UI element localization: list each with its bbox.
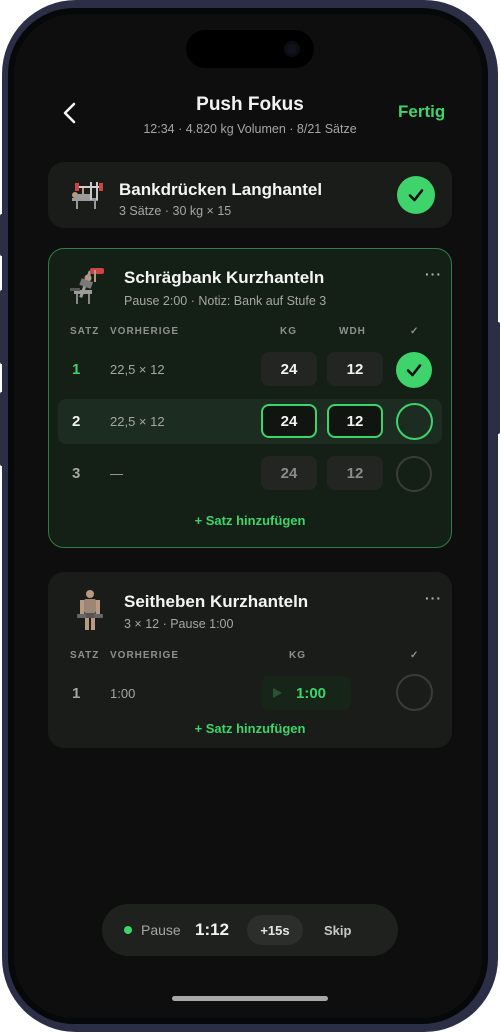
previous-value: — [110,466,123,481]
more-options-button[interactable]: ··· [425,266,442,282]
more-options-button[interactable]: ··· [425,590,442,606]
check-icon [406,364,422,377]
column-header-previous: VORHERIGE [110,326,180,337]
timer-button[interactable]: 1:00 [261,676,351,710]
add-set-button[interactable]: + Satz hinzufügen [0,721,500,736]
exercise-summary: 3 × 12 · Pause 1:00 [124,617,234,631]
check-icon [408,189,424,202]
status-dot-icon [124,926,132,934]
kg-input[interactable]: 24 [261,404,317,438]
previous-value: 1:00 [110,686,136,701]
add-set-button[interactable]: + Satz hinzufügen [0,513,500,528]
column-header-set: SATZ [70,326,100,337]
reps-input[interactable]: 12 [327,456,383,490]
rest-label: Pause [141,922,181,938]
column-header-kg: KG [289,650,306,661]
column-header-reps: WDH [339,326,366,337]
set-number: 3 [72,465,81,482]
play-icon [273,688,282,698]
column-header-set: SATZ [70,650,100,661]
column-header-kg: KG [280,326,297,337]
skip-button[interactable]: Skip [324,923,351,938]
set-complete-toggle[interactable] [396,403,433,440]
reps-input[interactable]: 12 [327,352,383,386]
reps-input[interactable]: 12 [327,404,383,438]
volume-up-button [0,290,4,364]
power-button [496,322,500,434]
workout-stats: 12:34 · 4.820 kg Volumen · 8/21 Sätze [143,122,357,136]
dynamic-island [186,30,314,68]
add-15s-button[interactable]: +15s [247,915,303,945]
set-number: 1 [72,685,81,702]
exercise-title: Bankdrücken Langhantel [119,180,323,199]
bench-press-icon [66,176,106,216]
home-indicator[interactable] [172,996,328,1001]
exercise-title: Schrägbank Kurzhanteln [124,268,325,287]
set-complete-toggle[interactable] [396,674,433,711]
kg-input[interactable]: 24 [261,456,317,490]
volume-down-button [0,392,4,466]
kg-input[interactable]: 24 [261,352,317,386]
column-header-previous: VORHERIGE [110,650,180,661]
set-number: 2 [72,413,81,430]
rest-time: 1:12 [195,920,230,939]
exercise-complete-toggle[interactable] [397,176,435,214]
timer-duration: 1:00 [296,685,327,702]
exercise-title: Seitheben Kurzhanteln [124,592,309,611]
column-header-done: ✓ [410,326,420,337]
set-complete-toggle[interactable] [396,456,432,492]
action-button [0,214,4,256]
previous-value: 22,5 × 12 [110,362,165,377]
rest-timer-bar: Pause 1:12 +15s Skip [102,904,398,956]
previous-value: 22,5 × 12 [110,414,165,429]
exercise-notes: Pause 2:00 · Notiz: Bank auf Stufe 3 [124,294,327,308]
set-number: 1 [72,361,81,378]
camera-icon [284,41,300,57]
lateral-raise-icon [70,586,110,634]
set-complete-toggle[interactable] [396,352,432,388]
exercise-summary: 3 Sätze · 30 kg × 15 [119,204,232,218]
column-header-done: ✓ [410,650,420,661]
incline-press-icon [66,264,110,308]
finish-button[interactable]: Fertig [398,102,445,122]
